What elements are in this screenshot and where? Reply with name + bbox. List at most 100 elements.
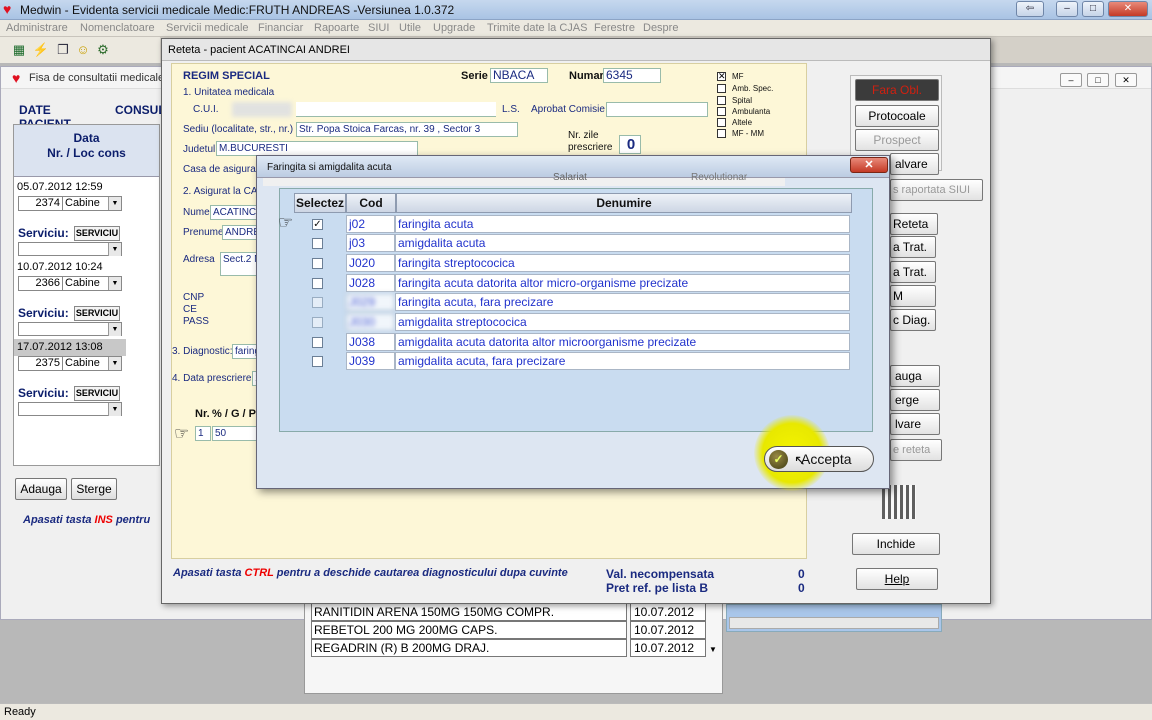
reteta-button[interactable]: Reteta xyxy=(890,213,938,235)
entry-nr-combo[interactable]: 2366 Cabine ▼ xyxy=(18,276,122,291)
calculator-icon[interactable]: ▦ xyxy=(10,41,28,59)
menu-utile[interactable]: Utile xyxy=(399,22,421,34)
m-button[interactable]: M xyxy=(890,285,936,307)
horizontal-scrollbar[interactable] xyxy=(729,617,939,629)
table-row[interactable]: J039 amigdalita acuta, fara precizare xyxy=(312,352,850,371)
table-row[interactable]: j03 amigdalita acuta xyxy=(312,234,850,253)
chevron-down-icon[interactable]: ▼ xyxy=(108,277,121,290)
chevron-down-icon[interactable]: ▼ xyxy=(108,403,121,416)
menu-trimite-date[interactable]: Trimite date la CJAS xyxy=(487,22,587,34)
fara-obl-button[interactable]: Fara Obl. xyxy=(855,79,939,101)
sterge-button[interactable]: Sterge xyxy=(71,478,117,500)
menu-upgrade[interactable]: Upgrade xyxy=(433,22,475,34)
row-checkbox[interactable] xyxy=(312,278,323,289)
prenume-input[interactable]: ANDREI xyxy=(222,225,258,240)
table-row[interactable]: J028 faringita acuta datorita altor micr… xyxy=(312,274,850,293)
smiley-icon[interactable]: ☺ xyxy=(74,41,92,59)
tab-consultatii[interactable]: CONSUL xyxy=(115,103,166,117)
salvare-button-2[interactable]: lvare xyxy=(890,413,940,435)
row-checkbox[interactable]: ✓ xyxy=(312,219,323,230)
row-checkbox[interactable] xyxy=(312,356,323,367)
menu-administrare[interactable]: Administrare xyxy=(6,22,68,34)
adauga-button[interactable]: auga xyxy=(890,365,940,387)
sediu-input[interactable]: Str. Popa Stoica Farcas, nr. 39 , Sector… xyxy=(296,122,518,137)
scroll-down-icon[interactable]: ▼ xyxy=(709,645,717,654)
menu-nomenclatoare[interactable]: Nomenclatoare xyxy=(80,22,155,34)
table-row[interactable]: ✓ j02 faringita acuta xyxy=(312,215,850,234)
accepta-button[interactable]: ✓ Accepta xyxy=(764,446,874,472)
entry-nr-combo[interactable]: 2375 Cabine ▼ xyxy=(18,356,122,371)
row-checkbox[interactable] xyxy=(312,258,323,269)
fisa-minimize-button[interactable]: – xyxy=(1060,73,1082,87)
serviciu-combo[interactable]: ▼ xyxy=(18,242,122,256)
salvare-button[interactable]: alvare xyxy=(890,153,939,175)
entry-date[interactable]: 10.07.2012 10:24 xyxy=(14,259,126,276)
tools-icon[interactable]: ⚙ xyxy=(94,41,112,59)
close-button[interactable]: ✕ xyxy=(1108,1,1148,17)
menu-siui[interactable]: SIUI xyxy=(368,22,389,34)
checkbox-amb-spec[interactable] xyxy=(717,84,726,93)
sterge-reteta-button[interactable]: e reteta xyxy=(890,439,942,461)
row-pct-input[interactable]: 50 xyxy=(212,426,258,441)
raportata-siui-button[interactable]: s raportata SIUI xyxy=(890,179,983,201)
diag-button[interactable]: c Diag. xyxy=(890,309,936,331)
inchide-button[interactable]: Inchide xyxy=(852,533,940,555)
row-checkbox[interactable] xyxy=(312,317,323,328)
fisa-close-button[interactable]: ✕ xyxy=(1115,73,1137,87)
table-row[interactable]: J030 amigdalita streptococica xyxy=(312,313,850,332)
sterge-button[interactable]: erge xyxy=(890,389,940,411)
nume-input[interactable]: ACATINCAI xyxy=(210,205,258,220)
entry-date-selected[interactable]: 17.07.2012 13:08 xyxy=(14,339,126,356)
protocoale-button[interactable]: Protocoale xyxy=(855,105,939,127)
adauga-button[interactable]: Adauga xyxy=(15,478,67,500)
menu-despre[interactable]: Despre xyxy=(643,22,678,34)
row-nr-input[interactable]: 1 xyxy=(195,426,211,441)
entry-date[interactable]: 05.07.2012 12:59 xyxy=(14,179,126,196)
serie-input[interactable]: NBACA xyxy=(490,68,548,83)
menu-rapoarte[interactable]: Rapoarte xyxy=(314,22,359,34)
chevron-down-icon[interactable]: ▼ xyxy=(108,357,121,370)
table-row[interactable]: J020 faringita streptococica xyxy=(312,254,850,273)
adresa-input[interactable]: Sect.2 M xyxy=(220,252,258,276)
trat-button-1[interactable]: a Trat. xyxy=(890,236,936,258)
dialog-close-button[interactable]: ✕ xyxy=(850,157,888,173)
minimize-button[interactable]: – xyxy=(1056,1,1078,17)
row-checkbox[interactable] xyxy=(312,297,323,308)
nr-zile-input[interactable]: 0 xyxy=(619,135,641,154)
lightning-icon[interactable]: ⚡ xyxy=(32,41,50,59)
maximize-button[interactable]: □ xyxy=(1082,1,1104,17)
serviciu-button[interactable]: SERVICIU xyxy=(74,386,120,401)
row-checkbox[interactable] xyxy=(312,337,323,348)
table-row[interactable]: J038 amigdalita acuta datorita altor mic… xyxy=(312,333,850,352)
menu-financiar[interactable]: Financiar xyxy=(258,22,303,34)
judetul-input[interactable]: M.BUCURESTI xyxy=(216,141,418,156)
menu-ferestre[interactable]: Ferestre xyxy=(594,22,635,34)
aprobat-input[interactable] xyxy=(606,102,708,117)
chevron-down-icon[interactable]: ▼ xyxy=(108,323,121,336)
cnp-input[interactable] xyxy=(220,301,258,316)
serviciu-combo[interactable]: ▼ xyxy=(18,402,122,416)
windows-icon[interactable]: ❐ xyxy=(54,41,72,59)
cui-line[interactable] xyxy=(296,102,496,117)
entry-nr-combo[interactable]: 2374 Cabine ▼ xyxy=(18,196,122,211)
numar-input[interactable]: 6345 xyxy=(603,68,661,83)
fisa-maximize-button[interactable]: □ xyxy=(1087,73,1109,87)
serviciu-button[interactable]: SERVICIU xyxy=(74,226,120,241)
checkbox-spital[interactable] xyxy=(717,96,726,105)
restore-arrow-button[interactable]: ⇦ xyxy=(1016,1,1044,17)
serviciu-combo[interactable]: ▼ xyxy=(18,322,122,336)
chevron-down-icon[interactable]: ▼ xyxy=(108,197,121,210)
cui-input[interactable] xyxy=(232,102,292,117)
checkbox-mf[interactable]: ✕ xyxy=(717,72,726,81)
checkbox-altele[interactable] xyxy=(717,118,726,127)
row-checkbox[interactable] xyxy=(312,238,323,249)
checkbox-mf-mm[interactable] xyxy=(717,129,726,138)
menu-servicii-medicale[interactable]: Servicii medicale xyxy=(166,22,249,34)
table-row[interactable]: J029 faringita acuta, fara precizare xyxy=(312,293,850,312)
diag-input[interactable]: faring xyxy=(232,344,258,359)
trat-button-2[interactable]: a Trat. xyxy=(890,261,936,283)
chevron-down-icon[interactable]: ▼ xyxy=(108,243,121,256)
prospect-button[interactable]: Prospect xyxy=(855,129,939,151)
checkbox-ambulanta[interactable] xyxy=(717,107,726,116)
serviciu-button[interactable]: SERVICIU xyxy=(74,306,120,321)
